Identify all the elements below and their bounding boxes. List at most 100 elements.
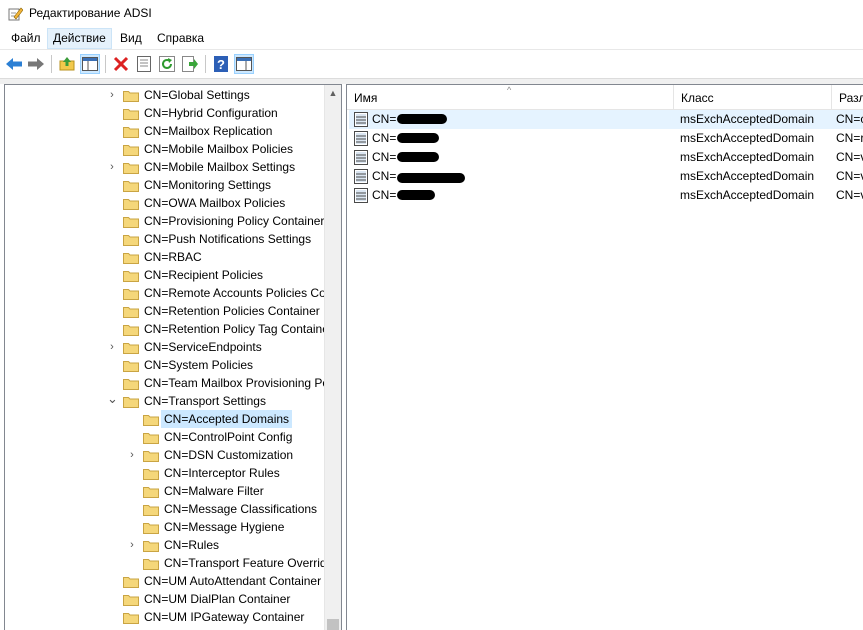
tree-item[interactable]: CN=Malware Filter bbox=[5, 482, 326, 500]
tree-scrollbar[interactable]: ▲ bbox=[324, 85, 341, 630]
tree-item[interactable]: CN=RBAC bbox=[5, 248, 326, 266]
tree-item[interactable]: CN=Push Notifications Settings bbox=[5, 230, 326, 248]
back-arrow-icon bbox=[6, 58, 22, 70]
tree-item[interactable]: › CN=DSN Customization bbox=[5, 446, 326, 464]
results-list[interactable]: Имя ^ Класс Разли CN= msExchAcceptedDomai… bbox=[346, 84, 863, 630]
list-row[interactable]: CN= msExchAcceptedDomain CN=r bbox=[349, 129, 863, 148]
properties-button[interactable] bbox=[134, 54, 154, 74]
cell-class: msExchAcceptedDomain bbox=[680, 188, 815, 202]
tree-item-label: CN=Message Hygiene bbox=[164, 520, 285, 534]
list-row[interactable]: CN= msExchAcceptedDomain CN=c bbox=[349, 110, 863, 129]
forward-button[interactable] bbox=[26, 54, 46, 74]
help-icon: ? bbox=[214, 56, 228, 72]
tree-item[interactable]: CN=Message Hygiene bbox=[5, 518, 326, 536]
tree-item[interactable]: ⌄ CN=Transport Settings bbox=[5, 392, 326, 410]
tree-item-label: CN=Provisioning Policy Container bbox=[144, 214, 325, 228]
redaction-mark bbox=[397, 152, 439, 162]
delete-icon bbox=[113, 56, 129, 72]
tree-item[interactable]: CN=Mailbox Replication bbox=[5, 122, 326, 140]
export-list-icon bbox=[182, 56, 198, 72]
tree-item[interactable]: CN=OWA Mailbox Policies bbox=[5, 194, 326, 212]
tree-item[interactable]: CN=Message Classifications bbox=[5, 500, 326, 518]
folder-icon bbox=[123, 233, 139, 246]
tree-item-label: CN=Recipient Policies bbox=[144, 268, 264, 282]
tree-item[interactable]: CN=Remote Accounts Policies Co bbox=[5, 284, 326, 302]
tree-item-label: CN=Mailbox Replication bbox=[144, 124, 273, 138]
tree-item-label: CN=OWA Mailbox Policies bbox=[144, 196, 286, 210]
menu-item[interactable]: Вид bbox=[115, 28, 147, 49]
cell-name: CN= bbox=[372, 150, 397, 164]
chevron-right-icon[interactable]: › bbox=[107, 338, 117, 356]
tree-item[interactable]: › CN=ServiceEndpoints bbox=[5, 338, 326, 356]
tree-item-label: CN=Monitoring Settings bbox=[144, 178, 272, 192]
menu-item[interactable]: Справка bbox=[152, 28, 209, 49]
refresh-button[interactable] bbox=[157, 54, 177, 74]
chevron-down-icon[interactable]: ⌄ bbox=[107, 392, 118, 410]
tree-item-label: CN=UM DialPlan Container bbox=[144, 592, 291, 606]
toolbar-separator bbox=[205, 55, 206, 73]
back-button[interactable] bbox=[4, 54, 24, 74]
scroll-up-arrow-icon[interactable]: ▲ bbox=[325, 85, 341, 102]
tree-item-label: CN=Transport Settings bbox=[144, 394, 266, 408]
tree-item[interactable]: CN=Retention Policies Container bbox=[5, 302, 326, 320]
redaction-mark bbox=[397, 173, 465, 183]
tree-item[interactable]: CN=Hybrid Configuration bbox=[5, 104, 326, 122]
menu-item[interactable]: Файл bbox=[6, 28, 46, 49]
tree-item-label: CN=Team Mailbox Provisioning Po bbox=[144, 376, 330, 390]
folder-icon bbox=[143, 431, 159, 444]
folder-icon bbox=[123, 611, 139, 624]
tree-item[interactable]: › CN=Mobile Mailbox Settings bbox=[5, 158, 326, 176]
delete-button[interactable] bbox=[111, 54, 131, 74]
chevron-right-icon[interactable]: › bbox=[127, 536, 137, 554]
folder-icon bbox=[143, 539, 159, 552]
scroll-thumb[interactable] bbox=[327, 619, 339, 630]
tree-item[interactable]: CN=ControlPoint Config bbox=[5, 428, 326, 446]
folder-icon bbox=[123, 89, 139, 102]
list-row[interactable]: CN= msExchAcceptedDomain CN=v bbox=[349, 148, 863, 167]
tree-item[interactable]: CN=Team Mailbox Provisioning Po bbox=[5, 374, 329, 392]
folder-icon bbox=[123, 377, 139, 390]
chevron-right-icon[interactable]: › bbox=[107, 86, 117, 104]
list-row[interactable]: CN= msExchAcceptedDomain CN=v bbox=[349, 186, 863, 205]
menu-item[interactable]: Действие bbox=[47, 28, 112, 49]
tree-item[interactable]: CN=UM AutoAttendant Container bbox=[5, 572, 326, 590]
tree-item[interactable]: CN=Monitoring Settings bbox=[5, 176, 326, 194]
folder-icon bbox=[143, 503, 159, 516]
tree-item[interactable]: CN=UM DialPlan Container bbox=[5, 590, 326, 608]
tree-item[interactable]: CN=Transport Feature Override bbox=[5, 554, 333, 572]
redaction-mark bbox=[397, 190, 435, 200]
directory-object-icon bbox=[354, 188, 368, 203]
chevron-right-icon[interactable]: › bbox=[107, 158, 117, 176]
tree-item[interactable]: CN=Retention Policy Tag Containe bbox=[5, 320, 329, 338]
chevron-right-icon[interactable]: › bbox=[127, 446, 137, 464]
help-button[interactable]: ? bbox=[211, 54, 231, 74]
svg-text:?: ? bbox=[217, 57, 225, 72]
window-title: Редактирование ADSI bbox=[29, 6, 152, 20]
column-header-class[interactable]: Класс bbox=[674, 85, 832, 109]
tree-item[interactable]: CN=Accepted Domains bbox=[5, 410, 326, 428]
tree-item[interactable]: › CN=Global Settings bbox=[5, 86, 326, 104]
cell-name: CN= bbox=[372, 188, 397, 202]
console-tree[interactable]: CN=UM IPGateway Container CN=UM DialPlan … bbox=[4, 84, 342, 630]
tree-item[interactable]: CN=Mobile Mailbox Policies bbox=[5, 140, 326, 158]
show-hide-tree-icon bbox=[82, 57, 98, 71]
cell-class: msExchAcceptedDomain bbox=[680, 150, 815, 164]
cell-class: msExchAcceptedDomain bbox=[680, 131, 815, 145]
folder-icon bbox=[123, 251, 139, 264]
export-list-button[interactable] bbox=[180, 54, 200, 74]
tree-item-label: CN=Interceptor Rules bbox=[164, 466, 280, 480]
list-row[interactable]: CN= msExchAcceptedDomain CN=v bbox=[349, 167, 863, 186]
directory-object-icon bbox=[354, 150, 368, 165]
tree-item[interactable]: › CN=Rules bbox=[5, 536, 326, 554]
show-hide-tree-button[interactable] bbox=[80, 54, 100, 74]
tree-item-label: CN=RBAC bbox=[144, 250, 202, 264]
tree-item-label: CN=DSN Customization bbox=[164, 448, 294, 462]
tree-item[interactable]: CN=UM IPGateway Container bbox=[5, 608, 326, 626]
column-header-dn[interactable]: Разли bbox=[832, 85, 863, 109]
tree-item[interactable]: CN=Provisioning Policy Container bbox=[5, 212, 326, 230]
tree-item[interactable]: CN=System Policies bbox=[5, 356, 326, 374]
tree-item[interactable]: CN=Interceptor Rules bbox=[5, 464, 326, 482]
tree-item[interactable]: CN=Recipient Policies bbox=[5, 266, 326, 284]
up-level-button[interactable] bbox=[57, 54, 77, 74]
show-action-pane-button[interactable] bbox=[234, 54, 254, 74]
